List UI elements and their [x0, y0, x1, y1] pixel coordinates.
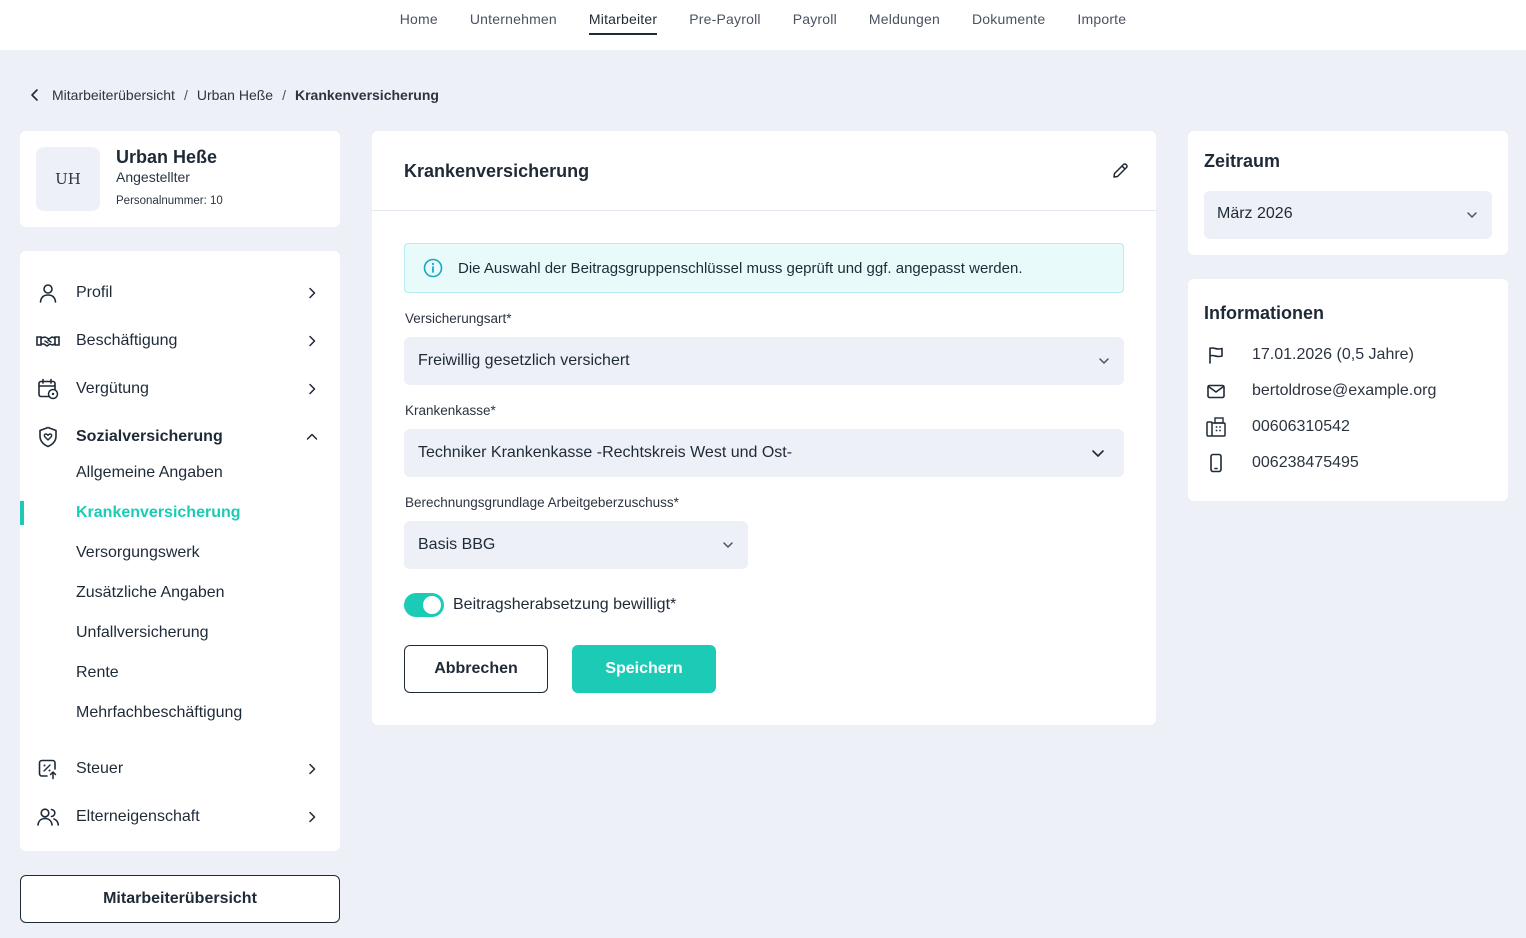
breadcrumb-separator: /: [282, 87, 286, 103]
pencil-icon[interactable]: [1108, 159, 1132, 183]
nav-meldungen[interactable]: Meldungen: [853, 11, 956, 35]
users-icon: [36, 805, 60, 829]
breadcrumb-separator: /: [183, 87, 188, 103]
shield-heart-icon: [36, 425, 60, 449]
cancel-button[interactable]: Abbrechen: [404, 645, 548, 693]
toggle-knob: [423, 596, 441, 614]
nav-pre-payroll[interactable]: Pre-Payroll: [673, 11, 776, 35]
personnel-number: Personalnummer: 10: [116, 195, 223, 207]
nav-home[interactable]: Home: [384, 11, 454, 35]
user-icon: [36, 281, 60, 305]
info-row-phone: 00606310542: [1204, 415, 1494, 439]
info-message: Die Auswahl der Beitragsgruppenschlüssel…: [458, 259, 1023, 277]
beitragsherabsetzung-toggle[interactable]: [404, 593, 444, 617]
top-nav-list: Home Unternehmen Mitarbeiter Pre-Payroll…: [384, 0, 1143, 35]
employee-name: Urban Heße: [116, 147, 218, 167]
versicherungsart-select[interactable]: Freiwillig gesetzlich versichert: [404, 337, 1124, 385]
employee-profile-card: UH Urban Heße Angestellter Personalnumme…: [20, 131, 340, 227]
period-title: Zeitraum: [1204, 151, 1281, 171]
sidebar-subitem-krankenversicherung[interactable]: Krankenversicherung: [76, 501, 241, 525]
sidebar-subitem-versorgungswerk[interactable]: Versorgungswerk: [76, 541, 200, 565]
info-icon: [423, 258, 445, 280]
breadcrumb-current: Krankenversicherung: [294, 87, 439, 103]
select-value: Techniker Krankenkasse -Rechtskreis West…: [418, 444, 793, 461]
sidebar-item-beschaeftigung[interactable]: Beschäftigung: [20, 321, 340, 361]
active-indicator: [20, 501, 24, 525]
sidebar-subitem-allgemeine-angaben[interactable]: Allgemeine Angaben: [76, 461, 223, 485]
sidebar-item-sozialversicherung[interactable]: Sozialversicherung: [20, 417, 340, 457]
info-row-mobile: 006238475495: [1204, 451, 1494, 475]
chevron-right-icon: [302, 807, 322, 827]
handshake-icon: [36, 329, 60, 353]
employee-role: Angestellter: [116, 169, 190, 185]
versicherungsart-label: Versicherungsart*: [405, 311, 512, 326]
nav-unternehmen[interactable]: Unternehmen: [454, 11, 573, 35]
avatar: UH: [36, 147, 100, 211]
back-chevron-icon[interactable]: [26, 86, 44, 104]
info-row-entry-date: 17.01.2026 (0,5 Jahre): [1204, 343, 1494, 367]
chevron-down-icon: [1096, 353, 1112, 369]
sidebar-item-label: Beschäftigung: [76, 332, 178, 349]
calendar-money-icon: [36, 377, 60, 401]
mobile-icon: [1204, 451, 1228, 475]
sidebar-subitem-mehrfachbeschaeftigung[interactable]: Mehrfachbeschäftigung: [76, 701, 242, 725]
nav-importe[interactable]: Importe: [1061, 11, 1142, 35]
chevron-up-icon: [302, 427, 322, 447]
top-navigation: Home Unternehmen Mitarbeiter Pre-Payroll…: [0, 0, 1526, 50]
berechnungsgrundlage-select[interactable]: Basis BBG: [404, 521, 748, 569]
chevron-down-icon: [1464, 207, 1480, 223]
chevron-down-icon: [1090, 445, 1106, 461]
krankenkasse-label: Krankenkasse*: [405, 403, 496, 418]
sidebar-item-label: Profil: [76, 284, 113, 301]
select-value: März 2026: [1217, 205, 1293, 222]
info-text: 006238475495: [1252, 454, 1359, 471]
info-alert: Die Auswahl der Beitragsgruppenschlüssel…: [404, 243, 1124, 293]
sidebar-item-profil[interactable]: Profil: [20, 273, 340, 313]
sidebar-subitem-rente[interactable]: Rente: [76, 661, 119, 685]
health-insurance-form-card: Krankenversicherung Die Auswahl der Beit…: [372, 131, 1156, 725]
employee-overview-button[interactable]: Mitarbeiterübersicht: [20, 875, 340, 923]
period-card: Zeitraum März 2026: [1188, 131, 1508, 255]
flag-icon: [1204, 343, 1228, 367]
chevron-right-icon: [302, 759, 322, 779]
sidebar-item-verguetung[interactable]: Vergütung: [20, 369, 340, 409]
sidebar-item-steuer[interactable]: Steuer: [20, 749, 340, 789]
krankenkasse-select[interactable]: Techniker Krankenkasse -Rechtskreis West…: [404, 429, 1124, 477]
page-title: Krankenversicherung: [404, 161, 590, 181]
nav-payroll[interactable]: Payroll: [777, 11, 853, 35]
breadcrumb-employee[interactable]: Urban Heße: [197, 87, 273, 103]
sidebar-item-elterneigenschaft[interactable]: Elterneigenschaft: [20, 797, 340, 837]
chevron-right-icon: [302, 379, 322, 399]
sidebar-item-label: Steuer: [76, 760, 124, 777]
chevron-right-icon: [302, 283, 322, 303]
info-text: 17.01.2026 (0,5 Jahre): [1252, 346, 1414, 363]
beitragsherabsetzung-label: Beitragsherabsetzung bewilligt*: [453, 596, 677, 613]
info-text[interactable]: bertoldrose@example.org: [1252, 382, 1436, 400]
sidebar-item-label: Vergütung: [76, 380, 149, 397]
save-button[interactable]: Speichern: [572, 645, 716, 693]
chevron-down-icon: [720, 537, 736, 553]
sidebar-item-label: Elterneigenschaft: [76, 808, 200, 825]
information-title: Informationen: [1204, 303, 1324, 323]
info-row-email: bertoldrose@example.org: [1204, 379, 1494, 403]
tax-percent-icon: [36, 757, 60, 781]
sidebar-subitem-zusaetzliche-angaben[interactable]: Zusätzliche Angaben: [76, 581, 225, 605]
divider: [372, 210, 1156, 211]
sidebar-navigation: Profil Beschäftigung Vergütung Sozialver…: [20, 251, 340, 851]
sidebar-item-label: Sozialversicherung: [76, 428, 223, 445]
breadcrumb-overview[interactable]: Mitarbeiterübersicht: [52, 87, 175, 103]
breadcrumb: Mitarbeiterübersicht / Urban Heße / Kran…: [26, 86, 439, 104]
mail-icon: [1204, 379, 1228, 403]
phone-icon: [1204, 415, 1228, 439]
select-value: Basis BBG: [418, 536, 496, 553]
info-text: 00606310542: [1252, 418, 1350, 435]
berechnungsgrundlage-label: Berechnungsgrundlage Arbeitgeberzuschuss…: [405, 495, 679, 510]
sidebar-subitem-unfallversicherung[interactable]: Unfallversicherung: [76, 621, 209, 645]
nav-mitarbeiter[interactable]: Mitarbeiter: [573, 11, 673, 35]
information-card: Informationen 17.01.2026 (0,5 Jahre) ber…: [1188, 279, 1508, 501]
nav-dokumente[interactable]: Dokumente: [956, 11, 1061, 35]
chevron-right-icon: [302, 331, 322, 351]
select-value: Freiwillig gesetzlich versichert: [418, 352, 630, 369]
period-select[interactable]: März 2026: [1204, 191, 1492, 239]
